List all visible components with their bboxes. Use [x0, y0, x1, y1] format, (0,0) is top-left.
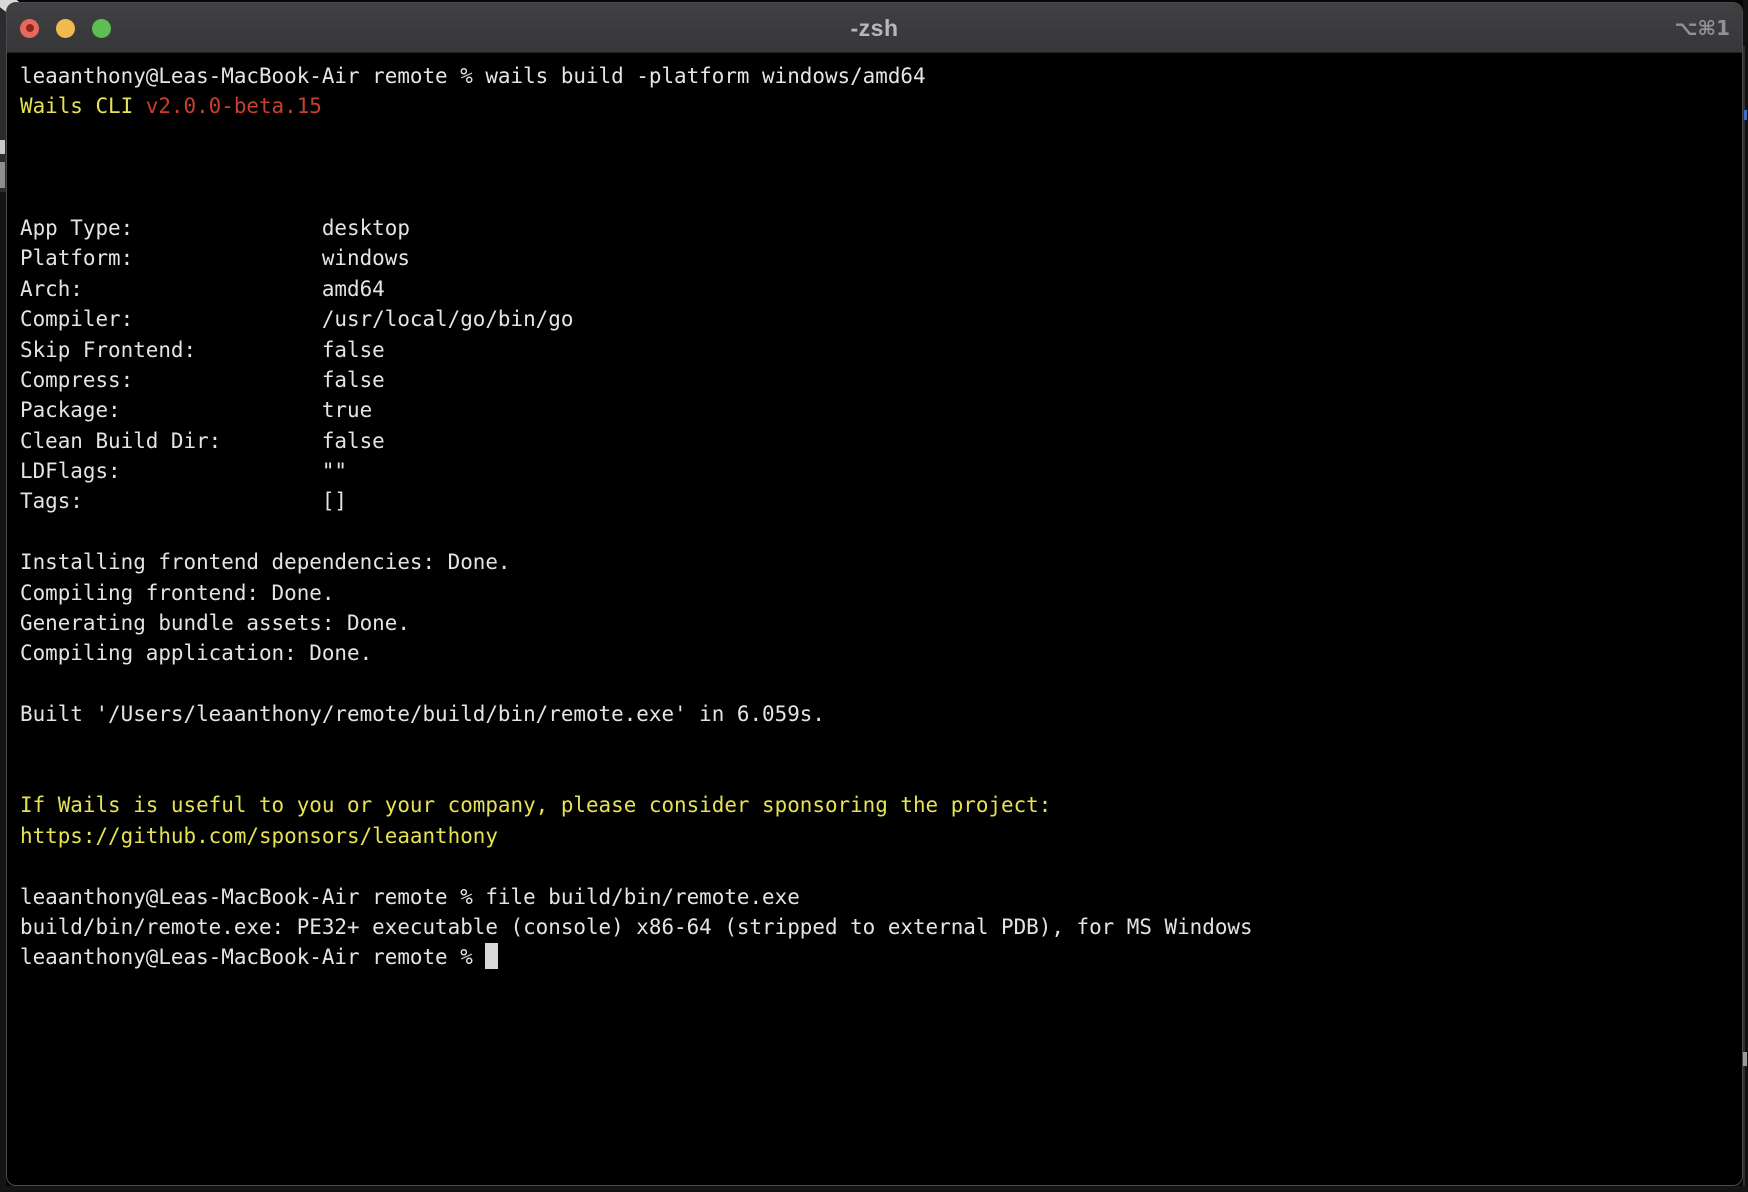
zoom-button[interactable]: [92, 19, 111, 38]
background-window-fragment: [0, 140, 5, 154]
terminal-line: Compiling application: Done.: [20, 638, 1736, 668]
terminal-text-segment: v2.0.0-beta.15: [146, 94, 322, 118]
terminal-line: [20, 730, 1736, 760]
terminal-line: Installing frontend dependencies: Done.: [20, 547, 1736, 577]
terminal-line: Platform: windows: [20, 243, 1736, 273]
terminal-line: [20, 517, 1736, 547]
terminal-text-segment: Installing frontend dependencies: Done.: [20, 550, 511, 574]
terminal-line: If Wails is useful to you or your compan…: [20, 790, 1736, 820]
close-button[interactable]: [20, 19, 39, 38]
terminal-line: Tags: []: [20, 486, 1736, 516]
terminal-text-segment: Compiling frontend: Done.: [20, 581, 334, 605]
terminal-text-segment: App Type: desktop: [20, 216, 410, 240]
terminal-text-segment: Skip Frontend: false: [20, 338, 385, 362]
terminal-text-segment: build/bin/remote.exe: PE32+ executable (…: [20, 915, 1253, 939]
terminal-line: Compress: false: [20, 365, 1736, 395]
terminal-text-segment: https://github.com/sponsors/leaanthony: [20, 824, 498, 848]
terminal-line: leaanthony@Leas-MacBook-Air remote % fil…: [20, 882, 1736, 912]
terminal-line: https://github.com/sponsors/leaanthony: [20, 821, 1736, 851]
terminal-line: Arch: amd64: [20, 274, 1736, 304]
titlebar[interactable]: -zsh ⌥⌘1: [7, 3, 1742, 53]
terminal-text-segment: Wails CLI: [20, 94, 146, 118]
terminal-text-segment: Compiler: /usr/local/go/bin/go: [20, 307, 573, 331]
traffic-lights: [20, 3, 111, 53]
terminal-text-segment: Platform: windows: [20, 246, 410, 270]
background-window-fragment: [0, 162, 5, 188]
background-window-fragment: [1743, 1052, 1747, 1066]
terminal-line: [20, 122, 1736, 152]
terminal-line: leaanthony@Leas-MacBook-Air remote %: [20, 942, 1736, 972]
close-dot-icon: [26, 24, 34, 32]
terminal-line: Clean Build Dir: false: [20, 426, 1736, 456]
terminal-text-segment: Compress: false: [20, 368, 385, 392]
terminal-line: Package: true: [20, 395, 1736, 425]
terminal-text-segment: Package: true: [20, 398, 372, 422]
terminal-line: App Type: desktop: [20, 213, 1736, 243]
terminal-window: -zsh ⌥⌘1 leaanthony@Leas-MacBook-Air rem…: [6, 2, 1743, 1186]
terminal-line: Compiling frontend: Done.: [20, 578, 1736, 608]
terminal-text-segment: Arch: amd64: [20, 277, 385, 301]
terminal-line: [20, 669, 1736, 699]
terminal-line: Wails CLI v2.0.0-beta.15: [20, 91, 1736, 121]
terminal-text-segment: Clean Build Dir: false: [20, 429, 385, 453]
terminal-text-segment: Generating bundle assets: Done.: [20, 611, 410, 635]
terminal-text-segment: Compiling application: Done.: [20, 641, 372, 665]
terminal-line: Compiler: /usr/local/go/bin/go: [20, 304, 1736, 334]
terminal-line: [20, 760, 1736, 790]
terminal-line: [20, 183, 1736, 213]
terminal-output[interactable]: leaanthony@Leas-MacBook-Air remote % wai…: [7, 53, 1742, 973]
terminal-text-segment: leaanthony@Leas-MacBook-Air remote %: [20, 945, 485, 969]
window-title: -zsh: [7, 3, 1742, 53]
terminal-line: LDFlags: "": [20, 456, 1736, 486]
terminal-line: build/bin/remote.exe: PE32+ executable (…: [20, 912, 1736, 942]
terminal-line: leaanthony@Leas-MacBook-Air remote % wai…: [20, 61, 1736, 91]
terminal-line: Skip Frontend: false: [20, 335, 1736, 365]
terminal-text-segment: Built '/Users/leaanthony/remote/build/bi…: [20, 702, 825, 726]
background-window-fragment: [1744, 110, 1747, 120]
background-window-bottom-edge: [0, 1186, 1748, 1192]
terminal-text-segment: LDFlags: "": [20, 459, 347, 483]
terminal-line: [20, 851, 1736, 881]
terminal-line: Generating bundle assets: Done.: [20, 608, 1736, 638]
window-shortcut-badge: ⌥⌘1: [1674, 3, 1730, 53]
terminal-text-segment: leaanthony@Leas-MacBook-Air remote % wai…: [20, 64, 926, 88]
terminal-line: Built '/Users/leaanthony/remote/build/bi…: [20, 699, 1736, 729]
terminal-line: [20, 152, 1736, 182]
terminal-cursor: [485, 943, 498, 969]
terminal-text-segment: If Wails is useful to you or your compan…: [20, 793, 1051, 817]
terminal-text-segment: leaanthony@Leas-MacBook-Air remote % fil…: [20, 885, 800, 909]
minimize-button[interactable]: [56, 19, 75, 38]
background-window-right-border: [1743, 46, 1745, 1192]
terminal-text-segment: Tags: []: [20, 489, 347, 513]
